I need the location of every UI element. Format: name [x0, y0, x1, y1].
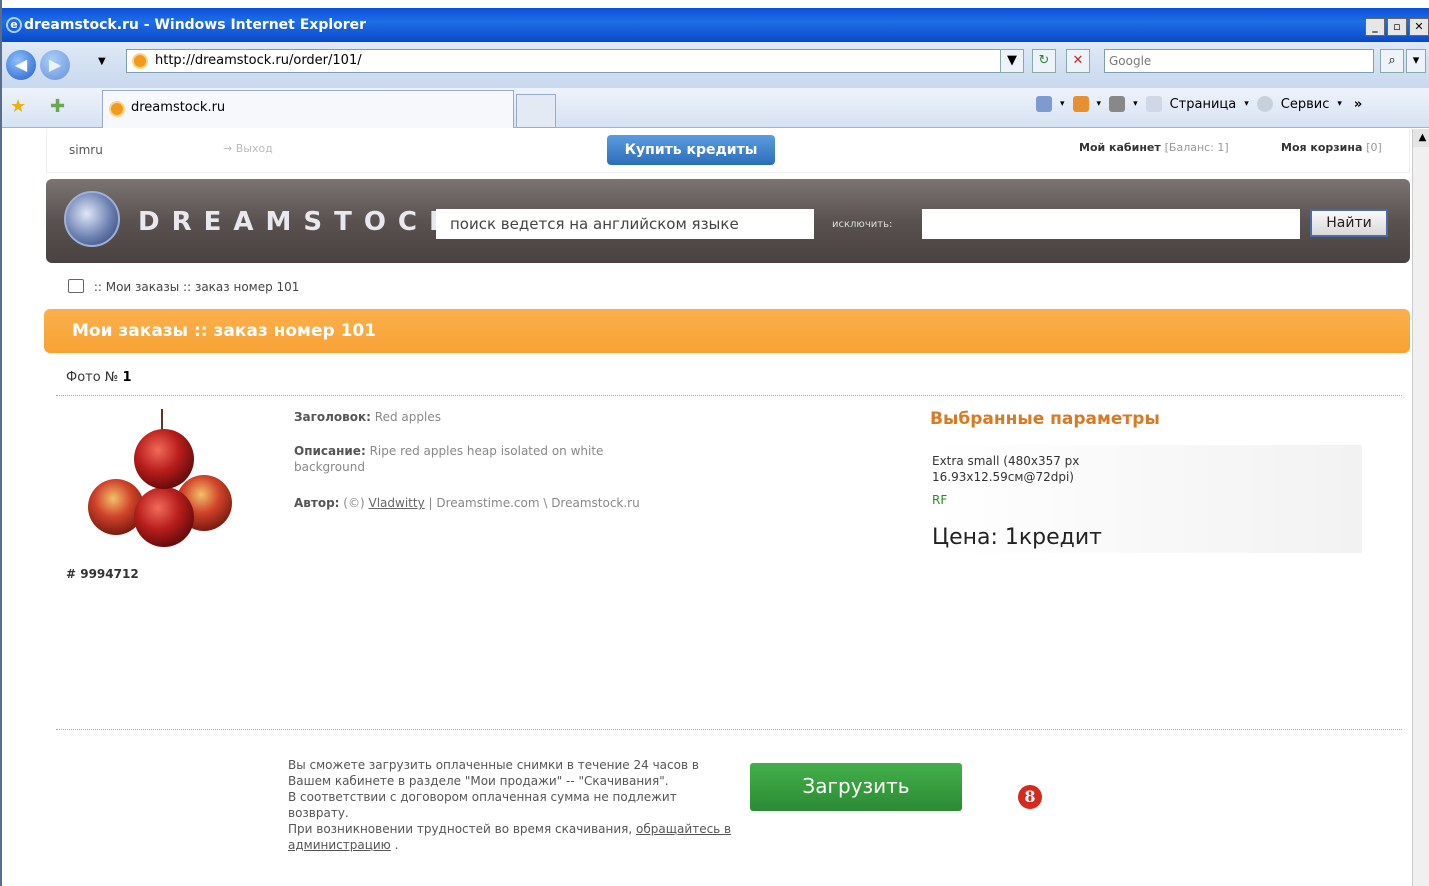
logo-text[interactable]: DREAMSTOCK — [138, 207, 461, 237]
search-input[interactable]: поиск ведется на английском языке — [436, 209, 814, 239]
tab-title: dreamstock.ru — [131, 100, 226, 115]
add-favorites-icon[interactable]: ✚ — [50, 96, 65, 117]
photo-number-value: 1 — [122, 370, 132, 385]
divider — [56, 729, 1402, 730]
minimize-button[interactable]: _ — [1365, 18, 1385, 36]
gear-icon — [1256, 96, 1273, 112]
cabinet-label: Мой кабинет — [1079, 141, 1161, 154]
license-type: RF — [932, 493, 948, 507]
back-button[interactable]: ◀ — [6, 50, 36, 80]
author-label: Автор: — [294, 496, 340, 510]
params-box: Extra small (480x357 px 16.93x12.59см@72… — [930, 445, 1362, 553]
browser-window: e dreamstock.ru - Windows Internet Explo… — [0, 0, 1429, 886]
exclude-input[interactable] — [922, 209, 1300, 239]
size-line-2: 16.93x12.59см@72dpi) — [932, 470, 1074, 484]
download-note: Вы сможете загрузить оплаченные снимки в… — [288, 757, 738, 853]
page-menu[interactable]: Страница — [1170, 97, 1237, 112]
favorites-bar: ★ ✚ dreamstock.ru ▾ ▾ ▾ Страница ▾ Сервис… — [2, 88, 1429, 128]
search-input[interactable]: Google — [1104, 49, 1374, 73]
stop-button[interactable]: ✕ — [1066, 49, 1090, 73]
ie-logo-icon: e — [6, 17, 22, 33]
image-id: # 9994712 — [66, 567, 139, 581]
new-tab-button[interactable] — [516, 94, 556, 128]
title-label: Заголовок: — [294, 410, 371, 424]
forward-button[interactable]: ▶ — [40, 50, 70, 80]
scroll-up-icon[interactable]: ▲ — [1413, 129, 1429, 147]
home-icon[interactable] — [1036, 96, 1052, 112]
search-icon[interactable]: ⌕ — [1380, 49, 1404, 73]
annotation-badge: 8 — [1018, 785, 1042, 809]
page-content: simru → Выход Купить кредиты Мой кабинет… — [4, 129, 1412, 886]
photo-number-label: Фото № — [66, 370, 119, 385]
address-text: http://dreamstock.ru/order/101/ — [155, 53, 362, 68]
username: simru — [69, 143, 103, 157]
price: Цена: 1кредит — [932, 525, 1102, 550]
page-icon — [1145, 96, 1162, 112]
buy-credits-button[interactable]: Купить кредиты — [607, 135, 775, 165]
note-line-1: Вы сможете загрузить оплаченные снимки в… — [288, 758, 699, 788]
size-info: Extra small (480x357 px 16.93x12.59см@72… — [932, 453, 1079, 485]
recent-pages-dropdown-icon[interactable]: ▼ — [98, 56, 106, 67]
photo-number: Фото № 1 — [66, 370, 132, 385]
search-options-button[interactable]: ▾ — [1406, 49, 1426, 73]
vertical-scrollbar[interactable]: ▲ — [1412, 129, 1429, 886]
cart-count: [0] — [1366, 141, 1382, 154]
description-label: Описание: — [294, 444, 366, 458]
feeds-icon[interactable] — [1072, 96, 1089, 112]
title-value: Red apples — [374, 410, 441, 424]
note-line-2: В соответствии с договором оплаченная су… — [288, 790, 677, 820]
dreamstock-logo-icon[interactable] — [64, 191, 120, 247]
exclude-label: исключить: — [832, 219, 893, 230]
my-cabinet-link[interactable]: Мой кабинет [Баланс: 1] — [1079, 141, 1229, 154]
divider — [56, 395, 1402, 396]
section-title: Мои заказы :: заказ номер 101 — [44, 309, 1410, 353]
title-bar: e dreamstock.ru - Windows Internet Explo… — [2, 8, 1429, 42]
photo-description: Описание: Ripe red apples heap isolated … — [294, 443, 664, 475]
author-link[interactable]: Vladwitty — [369, 496, 425, 510]
address-toolbar: ◀ ▶ ▼ http://dreamstock.ru/order/101/ ▼ … — [2, 42, 1429, 88]
cart-label: Моя корзина — [1281, 141, 1363, 154]
command-bar: ▾ ▾ ▾ Страница ▾ Сервис ▾ » — [1036, 96, 1362, 112]
site-header: DREAMSTOCK поиск ведется на английском я… — [46, 179, 1410, 263]
more-chevron-icon[interactable]: » — [1354, 97, 1362, 112]
service-menu[interactable]: Сервис — [1281, 97, 1330, 112]
address-input[interactable]: http://dreamstock.ru/order/101/ — [126, 49, 1018, 73]
download-button[interactable]: Загрузить — [750, 763, 962, 811]
home-icon[interactable] — [68, 279, 84, 293]
close-window-button[interactable]: ✕ — [1409, 18, 1429, 36]
logout-link[interactable]: → Выход — [223, 142, 273, 155]
photo-author: Автор: (©) Vladwitty | Dreamstime.com \ … — [294, 495, 664, 511]
note-line-3-text: При возникновении трудностей во время ск… — [288, 822, 633, 836]
browser-tab[interactable]: dreamstock.ru — [102, 90, 514, 128]
find-button[interactable]: Найти — [1310, 209, 1388, 237]
note-line-3: При возникновении трудностей во время ск… — [288, 821, 738, 853]
refresh-button[interactable]: ↻ — [1032, 49, 1056, 73]
breadcrumb: :: Мои заказы :: заказ номер 101 — [68, 279, 299, 294]
user-strip: simru → Выход Купить кредиты Мой кабинет… — [46, 129, 1410, 173]
print-icon[interactable] — [1109, 96, 1126, 112]
photo-thumbnail[interactable] — [86, 407, 236, 547]
breadcrumb-text[interactable]: :: Мои заказы :: заказ номер 101 — [94, 280, 300, 294]
my-cart-link[interactable]: Моя корзина [0] — [1281, 141, 1382, 154]
site-favicon-icon — [132, 53, 148, 69]
note-end: . — [394, 838, 399, 852]
tab-favicon-icon — [109, 101, 125, 117]
author-prefix: (©) — [343, 496, 365, 510]
maximize-button[interactable]: ▫ — [1387, 18, 1407, 36]
photo-title: Заголовок: Red apples — [294, 409, 664, 425]
balance-value: [Баланс: 1] — [1164, 141, 1229, 154]
address-dropdown-button[interactable]: ▼ — [1000, 49, 1024, 73]
selected-params-heading: Выбранные параметры — [930, 409, 1160, 429]
size-line-1: Extra small (480x357 px — [932, 454, 1080, 468]
window-title: dreamstock.ru - Windows Internet Explore… — [24, 17, 367, 33]
author-suffix: | Dreamstime.com \ Dreamstock.ru — [428, 496, 640, 510]
favorites-star-icon[interactable]: ★ — [10, 96, 26, 117]
